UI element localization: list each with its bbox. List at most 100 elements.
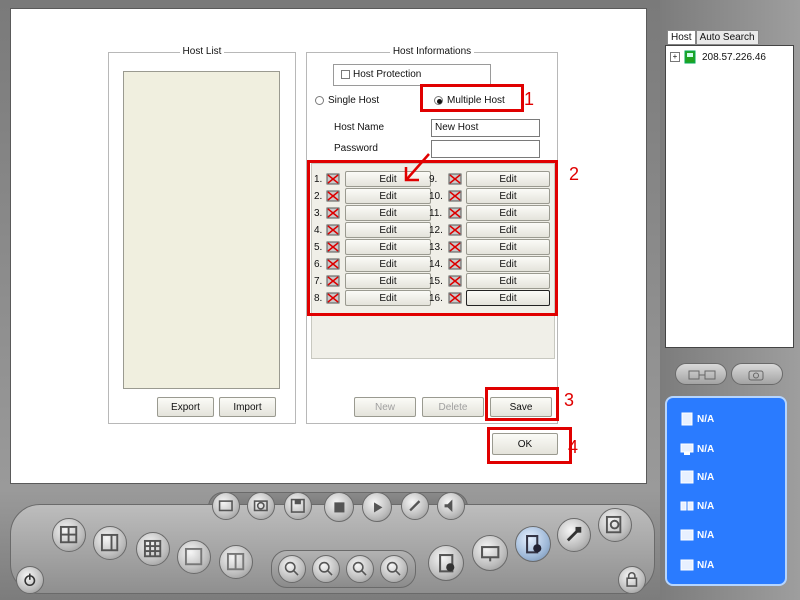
annotation-box-4 — [487, 427, 572, 464]
zoom-in-icon — [284, 561, 299, 576]
host-protection-checkbox[interactable] — [341, 70, 350, 79]
host-protection-label: Host Protection — [353, 69, 422, 80]
hdd-icon — [681, 412, 693, 426]
play-button[interactable] — [362, 492, 392, 522]
floppy-icon — [290, 498, 306, 514]
annotation-box-3 — [485, 387, 559, 421]
export-button[interactable]: Export — [157, 397, 214, 417]
annotation-label-1: 1 — [524, 89, 535, 109]
single-host-radio[interactable] — [315, 96, 324, 105]
search-icon — [352, 561, 367, 576]
play-icon — [373, 501, 383, 513]
network-icon — [688, 370, 716, 380]
status-value: N/A — [697, 471, 715, 483]
pen-icon — [409, 500, 421, 512]
power-button[interactable] — [16, 566, 44, 594]
new-button[interactable]: New — [354, 397, 416, 417]
host-name-input[interactable]: New Host — [431, 119, 540, 137]
zoom-in-button[interactable] — [278, 555, 306, 583]
capture-button[interactable] — [212, 492, 240, 520]
zoom-out-button[interactable] — [312, 555, 340, 583]
tool-button[interactable] — [401, 492, 429, 520]
password-input[interactable] — [431, 140, 540, 158]
nine-view-button[interactable] — [136, 532, 170, 566]
tools-icon — [567, 527, 582, 542]
search-button[interactable] — [598, 508, 632, 542]
lock-button[interactable] — [618, 566, 646, 594]
host-list-title: Host List — [179, 46, 225, 57]
host-info-title-wrap: Host Informations — [307, 46, 557, 57]
single-view-button[interactable] — [52, 518, 86, 552]
sixteen-view-icon — [185, 548, 203, 566]
nine-view-icon — [144, 540, 162, 558]
capture-icon — [218, 500, 234, 512]
tab-host[interactable]: Host — [667, 30, 696, 44]
snapshot-icon — [253, 500, 269, 512]
single-host-label: Single Host — [328, 95, 380, 106]
host-name-label: Host Name — [334, 122, 385, 133]
sixteen-view-button[interactable] — [177, 540, 211, 574]
ip-icon — [680, 470, 694, 484]
network-config-icon — [480, 545, 500, 562]
network-config-button[interactable] — [472, 535, 508, 571]
status-value: N/A — [697, 413, 715, 425]
status-row: N/A — [680, 442, 714, 456]
speaker-icon — [444, 499, 453, 513]
single-view-icon — [60, 526, 78, 544]
annotation-label-2: 2 — [569, 164, 580, 184]
info-button[interactable] — [428, 545, 464, 581]
host-tabs: Host Auto Search — [667, 30, 759, 44]
status-value: N/A — [697, 443, 715, 455]
zoom-fit-button[interactable] — [346, 555, 374, 583]
status-value: N/A — [697, 500, 715, 512]
add-host-button[interactable] — [515, 526, 551, 562]
search-record-icon — [606, 516, 622, 534]
record-status-icon — [680, 559, 694, 571]
status-row: N/A — [680, 499, 714, 513]
status-row: N/A — [680, 412, 714, 426]
annotation-arrow-icon — [404, 153, 430, 182]
camera-toggle-button[interactable] — [731, 363, 783, 385]
snapshot-button[interactable] — [247, 492, 275, 520]
tab-auto-search[interactable]: Auto Search — [695, 30, 759, 44]
host-list-group: Host List Export Import — [108, 46, 296, 424]
network-toggle-button[interactable] — [675, 363, 727, 385]
tree-item-label: 208.57.226.46 — [702, 51, 766, 63]
expand-icon[interactable]: + — [670, 52, 680, 62]
add-host-icon — [525, 534, 542, 554]
password-label: Password — [334, 143, 378, 154]
annotation-label-4: 4 — [568, 437, 579, 457]
stop-button[interactable] — [324, 492, 354, 522]
status-row: N/A — [680, 528, 714, 542]
zoom-out-icon — [318, 561, 333, 576]
save-clip-button[interactable] — [284, 492, 312, 520]
lock-icon — [626, 572, 638, 588]
host-dvr-icon — [684, 50, 696, 64]
host-tree — [665, 45, 794, 348]
power-icon — [24, 573, 36, 587]
host-list-box[interactable] — [123, 71, 280, 389]
full-view-button[interactable] — [219, 545, 253, 579]
status-row: N/A — [680, 558, 714, 572]
tools-button[interactable] — [557, 518, 591, 552]
camera-icon — [748, 370, 764, 381]
network-status-icon — [680, 443, 694, 455]
info-icon — [438, 553, 455, 573]
grid-icon — [227, 553, 245, 571]
stop-icon — [333, 501, 345, 513]
zoom-reset-button[interactable] — [380, 555, 408, 583]
film-icon — [680, 529, 694, 541]
magnifier-icon — [386, 561, 401, 576]
quad-view-button[interactable] — [93, 526, 127, 560]
audio-button[interactable] — [437, 492, 465, 520]
tree-item[interactable]: + 208.57.226.46 — [670, 50, 766, 64]
status-value: N/A — [697, 559, 715, 571]
delete-button[interactable]: Delete — [422, 397, 484, 417]
status-value: N/A — [697, 529, 715, 541]
host-info-title: Host Informations — [389, 46, 475, 57]
host-settings-dialog: Host List Export Import Host Information… — [10, 8, 647, 484]
connection-icon — [680, 501, 694, 511]
import-button[interactable]: Import — [219, 397, 276, 417]
quad-view-icon — [101, 534, 119, 552]
status-row: N/A — [680, 470, 714, 484]
